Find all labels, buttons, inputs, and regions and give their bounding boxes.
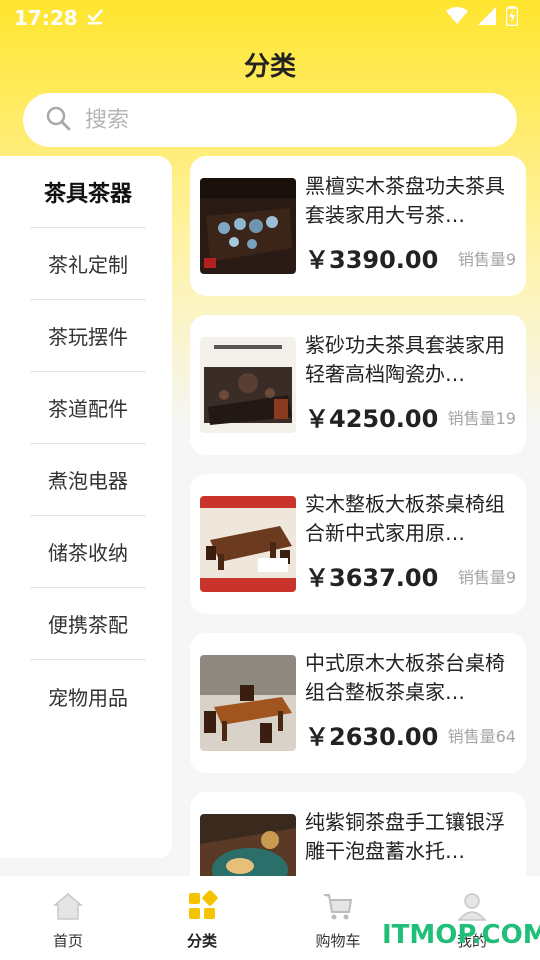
product-title: 黑檀实木茶盘功夫茶具套装家用大号茶…: [305, 174, 505, 227]
product-card[interactable]: 紫砂功夫茶具套装家用轻奢高档陶瓷办… ￥4250.00 销售量19: [190, 315, 526, 455]
sidebar-item-label: 储茶收纳: [48, 541, 128, 565]
sidebar-item-tea-pets[interactable]: 茶玩摆件: [30, 300, 146, 372]
sidebar-item-label: 宠物用品: [48, 685, 128, 710]
product-card[interactable]: 实木整板大板茶桌椅组合新中式家用原… ￥3637.00 销售量9: [190, 474, 526, 614]
sidebar-item-label: 茶玩摆件: [48, 325, 128, 349]
tab-cart[interactable]: 购物车: [288, 890, 388, 951]
product-sales: 销售量9: [457, 250, 516, 269]
signal-icon: [478, 7, 496, 29]
search-bar[interactable]: [23, 93, 517, 147]
sidebar-item-storage[interactable]: 储茶收纳: [30, 516, 146, 588]
tab-label: 首页: [52, 932, 83, 950]
download-done-icon: [86, 6, 104, 30]
sidebar-item-label: 茶具茶器: [43, 181, 132, 207]
product-price: ￥4250.00: [305, 405, 439, 433]
product-sales: 销售量64: [447, 727, 516, 746]
sidebar-item-gift-custom[interactable]: 茶礼定制: [30, 228, 146, 300]
product-price: ￥3637.00: [305, 564, 439, 592]
product-price: ￥2630.00: [305, 723, 439, 751]
watermark: ITMOP.COM: [382, 920, 540, 950]
category-sidebar: 茶具茶器 茶礼定制 茶玩摆件 茶道配件 煮泡电器 储茶收纳 便携茶配 宠物用品: [0, 156, 172, 858]
sidebar-item-appliances[interactable]: 煮泡电器: [30, 444, 146, 516]
product-image: [200, 496, 296, 592]
tab-home[interactable]: 首页: [18, 890, 118, 951]
battery-icon: [505, 6, 519, 30]
status-right: [446, 6, 519, 30]
page-title: 分类: [243, 52, 296, 82]
product-sales: 销售量9: [457, 568, 516, 587]
search-icon: [45, 105, 71, 135]
product-image: [200, 655, 296, 751]
product-title: 纯紫铜茶盘手工镶银浮雕干泡盘蓄水托…: [305, 810, 505, 863]
sidebar-item-accessories[interactable]: 茶道配件: [30, 372, 146, 444]
product-card[interactable]: 中式原木大板茶台桌椅组合整板茶桌家… ￥2630.00 销售量64: [190, 633, 526, 773]
product-card[interactable]: 黑檀实木茶盘功夫茶具套装家用大号茶… ￥3390.00 销售量9: [190, 156, 526, 296]
search-input[interactable]: [85, 107, 465, 133]
tab-label: 分类: [186, 932, 217, 950]
product-image: [200, 178, 296, 274]
status-time: 17:28: [14, 6, 78, 30]
product-image: [200, 814, 296, 876]
status-left: 17:28: [14, 6, 104, 30]
cart-icon: [322, 890, 354, 926]
wifi-icon: [446, 7, 468, 29]
sidebar-item-label: 茶道配件: [48, 397, 128, 421]
product-price: ￥3390.00: [305, 246, 439, 274]
sidebar-item-portable[interactable]: 便携茶配: [30, 588, 146, 660]
sidebar-item-label: 煮泡电器: [48, 469, 128, 493]
category-icon: [186, 890, 218, 926]
product-sales: 销售量19: [447, 409, 516, 428]
product-list[interactable]: 黑檀实木茶盘功夫茶具套装家用大号茶… ￥3390.00 销售量9 紫砂功夫茶具套…: [190, 156, 526, 876]
sidebar-item-tea-ware[interactable]: 茶具茶器: [30, 156, 146, 228]
tab-category[interactable]: 分类: [152, 890, 252, 951]
status-bar: 17:28: [0, 0, 540, 36]
product-image: [200, 337, 296, 433]
product-title: 实木整板大板茶桌椅组合新中式家用原…: [305, 492, 505, 545]
sidebar-item-label: 茶礼定制: [48, 253, 128, 277]
sidebar-item-pet-supplies[interactable]: 宠物用品: [30, 660, 146, 732]
product-title: 紫砂功夫茶具套装家用轻奢高档陶瓷办…: [305, 333, 505, 386]
tab-label: 购物车: [315, 932, 361, 950]
home-icon: [52, 890, 84, 926]
product-title: 中式原木大板茶台桌椅组合整板茶桌家…: [305, 651, 505, 704]
sidebar-item-label: 便携茶配: [48, 613, 128, 637]
product-card[interactable]: 纯紫铜茶盘手工镶银浮雕干泡盘蓄水托…: [190, 792, 526, 876]
